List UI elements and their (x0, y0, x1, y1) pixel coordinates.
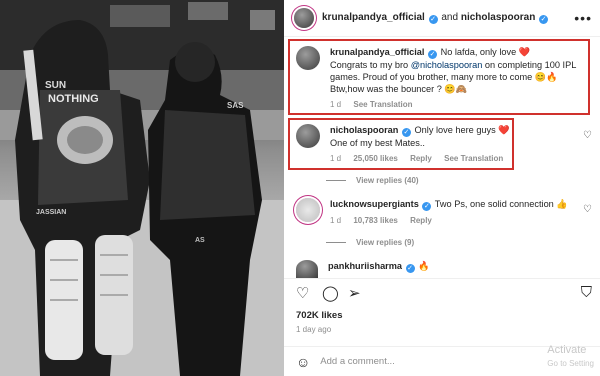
comment-text: Only love here guys ❤️ (414, 125, 510, 135)
post-likes-count[interactable]: 702K likes (296, 310, 342, 321)
view-replies-button[interactable]: View replies (40) (326, 176, 419, 185)
comment-username[interactable]: nicholaspooran (330, 125, 398, 135)
add-comment-input[interactable]: Add a comment... (320, 356, 394, 367)
comment-username[interactable]: krunalpandya_official (330, 47, 424, 57)
post-detail-panel: krunalpandya_official ✓ and nicholaspoor… (284, 0, 600, 376)
comment-meta: 1 d See Translation (330, 99, 576, 111)
view-replies-label: View replies (9) (356, 238, 415, 247)
comment-text: Two Ps, one solid connection 👍 (434, 199, 568, 209)
comment-time: 1 d (330, 154, 342, 163)
reply-button[interactable]: Reply (410, 216, 432, 225)
commenter-avatar[interactable] (296, 124, 320, 148)
comment-item: pankhuriisharma ✓ 🔥 (296, 260, 430, 278)
mention-link[interactable]: @nicholaspooran (411, 60, 483, 70)
replies-line (326, 180, 346, 181)
jersey-text-sponsor: JASSIAN (36, 209, 66, 216)
comment-body: krunalpandya_official ✓ No lafda, only l… (330, 46, 576, 111)
comment-likes[interactable]: 25,050 likes (353, 154, 397, 163)
comment-text: Congrats to my bro (330, 60, 411, 70)
post-header-text: krunalpandya_official ✓ and nicholaspoor… (322, 12, 549, 24)
collaborator-username[interactable]: nicholaspooran (461, 12, 535, 23)
post-photo[interactable]: SUN NOTHING JASSIAN SAS AS (0, 0, 284, 376)
comment-text: No lafda, only love ❤️ (440, 47, 531, 57)
comment-bubble-icon[interactable]: ◯ (322, 284, 339, 302)
commenter-avatar[interactable] (296, 260, 318, 278)
windows-activation-watermark: Activate Go to Setting (547, 344, 594, 370)
comment-body: lucknowsupergiants ✓ Two Ps, one solid c… (330, 198, 568, 227)
comment-likes[interactable]: 10,783 likes (353, 216, 397, 225)
jersey-text-sun: SUN (45, 80, 66, 91)
view-replies-button[interactable]: View replies (9) (326, 238, 414, 247)
like-comment-heart-icon[interactable]: ♡ (583, 130, 592, 141)
author-username[interactable]: krunalpandya_official (322, 12, 425, 23)
verified-badge-icon: ✓ (422, 202, 432, 211)
comment-item: nicholaspooran ✓ Only love here guys ❤️ … (296, 124, 513, 165)
header-joiner: and (441, 12, 459, 23)
verified-badge-icon: ✓ (428, 15, 438, 24)
comment-item: lucknowsupergiants ✓ Two Ps, one solid c… (296, 198, 568, 227)
like-comment-heart-icon[interactable]: ♡ (583, 204, 592, 215)
reply-button[interactable]: Reply (410, 154, 432, 163)
like-heart-icon[interactable]: ♡ (296, 284, 309, 302)
view-replies-label: View replies (40) (356, 176, 419, 185)
see-translation-link[interactable]: See Translation (353, 100, 412, 109)
jersey-text-as: AS (195, 237, 205, 244)
comment-time: 1 d (330, 216, 342, 225)
comment-meta: 1 d 25,050 likes Reply See Translation (330, 153, 513, 165)
jersey-text-nothing: NOTHING (48, 93, 99, 105)
share-paper-plane-icon[interactable]: ➢ (348, 284, 361, 302)
watermark-line-2: Go to Setting (547, 359, 594, 368)
jersey-text-sas: SAS (227, 101, 244, 110)
post-actions-bar: ♡ ◯ ➢ ⛉ (296, 284, 592, 304)
post-header: krunalpandya_official ✓ and nicholaspoor… (284, 0, 600, 36)
emoji-smiley-icon[interactable]: ☺ (296, 354, 310, 370)
comment-time: 1 d (330, 100, 342, 109)
comment-body: pankhuriisharma ✓ 🔥 (328, 260, 430, 278)
commenter-avatar[interactable] (296, 198, 320, 222)
save-bookmark-icon[interactable]: ⛉ (581, 284, 592, 301)
actions-divider (284, 278, 600, 279)
comment-caption: krunalpandya_official ✓ No lafda, only l… (296, 46, 576, 111)
comment-body: nicholaspooran ✓ Only love here guys ❤️ … (330, 124, 513, 165)
verified-badge-icon: ✓ (539, 15, 549, 24)
comment-text: games. Proud of you brother, many more t… (330, 72, 558, 82)
header-divider (284, 36, 600, 37)
comment-username[interactable]: pankhuriisharma (328, 261, 402, 271)
comment-text: on completing 100 IPL (482, 60, 577, 70)
verified-badge-icon: ✓ (405, 264, 415, 273)
comment-meta: 1 d 10,783 likes Reply (330, 215, 568, 227)
author-avatar[interactable] (294, 8, 314, 28)
more-horizontal-icon[interactable]: ••• (574, 10, 592, 26)
comment-text: 🔥 (418, 261, 430, 271)
commenter-avatar[interactable] (296, 46, 320, 70)
verified-badge-icon: ✓ (428, 50, 438, 59)
comment-text: Btw,how was the bouncer ? 😊🙈 (330, 84, 468, 94)
watermark-line-1: Activate (547, 344, 587, 356)
comment-username[interactable]: lucknowsupergiants (330, 199, 419, 209)
comment-text: One of my best Mates.. (330, 138, 425, 148)
cricketers-photo-illustration: SUN NOTHING JASSIAN SAS AS (0, 0, 284, 376)
verified-badge-icon: ✓ (401, 128, 411, 137)
post-age: 1 day ago (296, 325, 332, 334)
replies-line (326, 242, 346, 243)
see-translation-link[interactable]: See Translation (444, 154, 503, 163)
